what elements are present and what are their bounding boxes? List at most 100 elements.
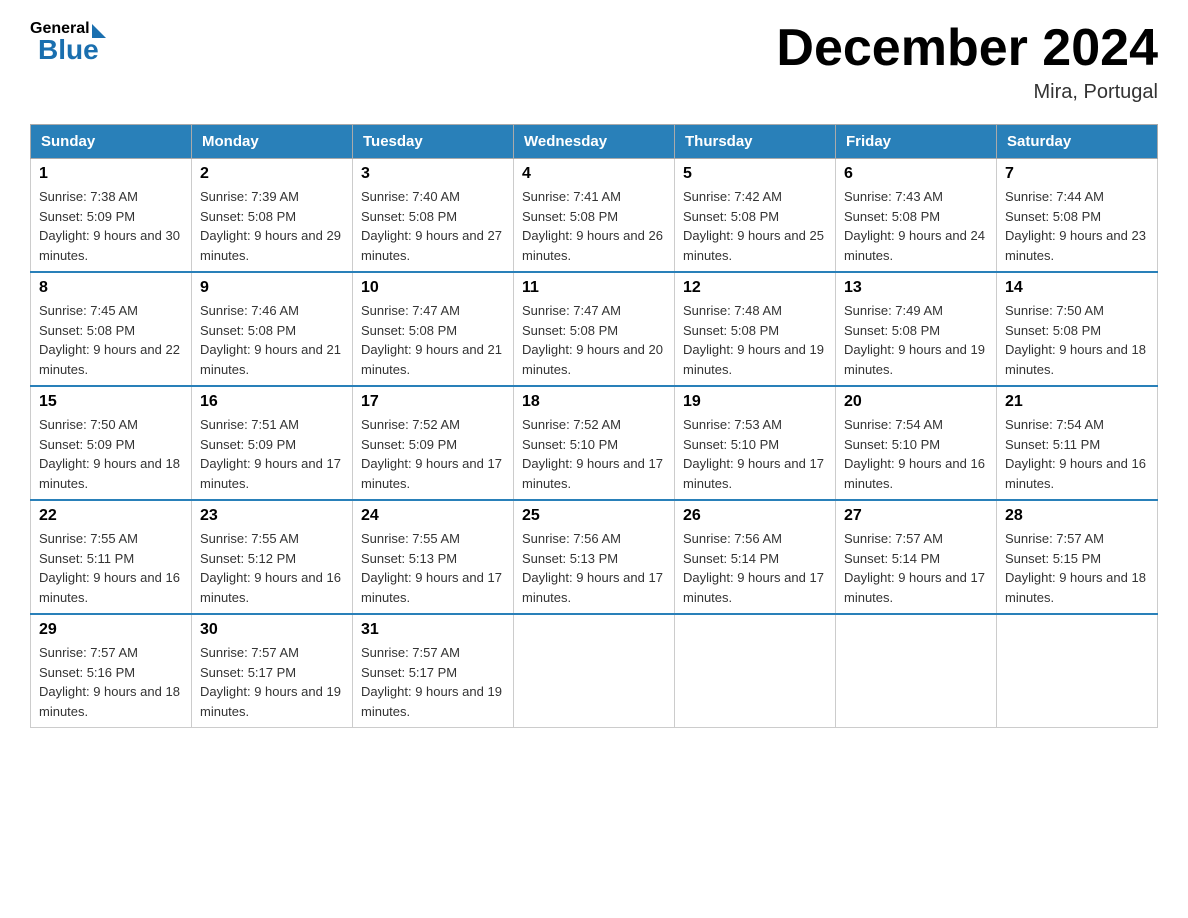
table-row: 13 Sunrise: 7:49 AMSunset: 5:08 PMDayligh… (836, 272, 997, 386)
day-number: 4 (522, 165, 666, 183)
day-number: 11 (522, 279, 666, 297)
day-info: Sunrise: 7:42 AMSunset: 5:08 PMDaylight:… (683, 187, 827, 265)
day-number: 2 (200, 165, 344, 183)
day-number: 20 (844, 393, 988, 411)
col-wednesday: Wednesday (514, 125, 675, 159)
day-number: 14 (1005, 279, 1149, 297)
col-saturday: Saturday (997, 125, 1158, 159)
table-row: 21Sunrise: 7:54 AMSunset: 5:11 PMDayligh… (997, 386, 1158, 500)
table-row: 9 Sunrise: 7:46 AMSunset: 5:08 PMDaylight… (192, 272, 353, 386)
table-row: 28Sunrise: 7:57 AMSunset: 5:15 PMDayligh… (997, 500, 1158, 614)
day-info: Sunrise: 7:55 AMSunset: 5:11 PMDaylight:… (39, 529, 183, 607)
day-info: Sunrise: 7:51 AMSunset: 5:09 PMDaylight:… (200, 415, 344, 493)
calendar-table: Sunday Monday Tuesday Wednesday Thursday… (30, 124, 1158, 728)
table-row: 29Sunrise: 7:57 AMSunset: 5:16 PMDayligh… (31, 614, 192, 728)
col-tuesday: Tuesday (353, 125, 514, 159)
day-number: 16 (200, 393, 344, 411)
day-info: Sunrise: 7:52 AMSunset: 5:10 PMDaylight:… (522, 415, 666, 493)
table-row: 19Sunrise: 7:53 AMSunset: 5:10 PMDayligh… (675, 386, 836, 500)
day-info: Sunrise: 7:57 AMSunset: 5:14 PMDaylight:… (844, 529, 988, 607)
col-thursday: Thursday (675, 125, 836, 159)
table-row: 14Sunrise: 7:50 AMSunset: 5:08 PMDayligh… (997, 272, 1158, 386)
day-info: Sunrise: 7:52 AMSunset: 5:09 PMDaylight:… (361, 415, 505, 493)
page-header: General Blue December 2024 Mira, Portuga… (30, 20, 1158, 104)
day-number: 30 (200, 621, 344, 639)
day-number: 3 (361, 165, 505, 183)
day-number: 5 (683, 165, 827, 183)
day-number: 7 (1005, 165, 1149, 183)
table-row: 6 Sunrise: 7:43 AMSunset: 5:08 PMDaylight… (836, 159, 997, 273)
col-sunday: Sunday (31, 125, 192, 159)
logo-blue-text: Blue (38, 34, 99, 66)
table-row: 20 Sunrise: 7:54 AMSunset: 5:10 PMDayligh… (836, 386, 997, 500)
table-row: 17 Sunrise: 7:52 AMSunset: 5:09 PMDayligh… (353, 386, 514, 500)
table-row (997, 614, 1158, 728)
logo: General Blue (30, 20, 106, 66)
table-row: 30 Sunrise: 7:57 AMSunset: 5:17 PMDayligh… (192, 614, 353, 728)
day-number: 10 (361, 279, 505, 297)
day-info: Sunrise: 7:49 AMSunset: 5:08 PMDaylight:… (844, 301, 988, 379)
table-row: 1 Sunrise: 7:38 AMSunset: 5:09 PMDaylight… (31, 159, 192, 273)
calendar-header-row: Sunday Monday Tuesday Wednesday Thursday… (31, 125, 1158, 159)
table-row: 2 Sunrise: 7:39 AMSunset: 5:08 PMDaylight… (192, 159, 353, 273)
day-info: Sunrise: 7:48 AMSunset: 5:08 PMDaylight:… (683, 301, 827, 379)
table-row: 27 Sunrise: 7:57 AMSunset: 5:14 PMDayligh… (836, 500, 997, 614)
day-info: Sunrise: 7:40 AMSunset: 5:08 PMDaylight:… (361, 187, 505, 265)
day-info: Sunrise: 7:46 AMSunset: 5:08 PMDaylight:… (200, 301, 344, 379)
day-number: 6 (844, 165, 988, 183)
day-number: 17 (361, 393, 505, 411)
table-row: 25Sunrise: 7:56 AMSunset: 5:13 PMDayligh… (514, 500, 675, 614)
day-number: 27 (844, 507, 988, 525)
table-row: 5 Sunrise: 7:42 AMSunset: 5:08 PMDaylight… (675, 159, 836, 273)
calendar-week-row: 1 Sunrise: 7:38 AMSunset: 5:09 PMDaylight… (31, 159, 1158, 273)
table-row: 31 Sunrise: 7:57 AMSunset: 5:17 PMDayligh… (353, 614, 514, 728)
day-info: Sunrise: 7:47 AMSunset: 5:08 PMDaylight:… (522, 301, 666, 379)
table-row: 11 Sunrise: 7:47 AMSunset: 5:08 PMDayligh… (514, 272, 675, 386)
title-area: December 2024 Mira, Portugal (776, 20, 1158, 104)
location-label: Mira, Portugal (776, 81, 1158, 104)
day-info: Sunrise: 7:39 AMSunset: 5:08 PMDaylight:… (200, 187, 344, 265)
table-row: 26Sunrise: 7:56 AMSunset: 5:14 PMDayligh… (675, 500, 836, 614)
day-info: Sunrise: 7:41 AMSunset: 5:08 PMDaylight:… (522, 187, 666, 265)
day-info: Sunrise: 7:54 AMSunset: 5:11 PMDaylight:… (1005, 415, 1149, 493)
day-info: Sunrise: 7:57 AMSunset: 5:17 PMDaylight:… (361, 643, 505, 721)
table-row: 8Sunrise: 7:45 AMSunset: 5:08 PMDaylight… (31, 272, 192, 386)
table-row (514, 614, 675, 728)
day-info: Sunrise: 7:50 AMSunset: 5:09 PMDaylight:… (39, 415, 183, 493)
day-info: Sunrise: 7:55 AMSunset: 5:13 PMDaylight:… (361, 529, 505, 607)
col-monday: Monday (192, 125, 353, 159)
day-info: Sunrise: 7:55 AMSunset: 5:12 PMDaylight:… (200, 529, 344, 607)
calendar-week-row: 15 Sunrise: 7:50 AMSunset: 5:09 PMDayligh… (31, 386, 1158, 500)
day-info: Sunrise: 7:54 AMSunset: 5:10 PMDaylight:… (844, 415, 988, 493)
day-info: Sunrise: 7:43 AMSunset: 5:08 PMDaylight:… (844, 187, 988, 265)
day-number: 23 (200, 507, 344, 525)
day-number: 15 (39, 393, 183, 411)
day-number: 1 (39, 165, 183, 183)
day-number: 13 (844, 279, 988, 297)
calendar-week-row: 29Sunrise: 7:57 AMSunset: 5:16 PMDayligh… (31, 614, 1158, 728)
table-row: 12Sunrise: 7:48 AMSunset: 5:08 PMDayligh… (675, 272, 836, 386)
day-number: 22 (39, 507, 183, 525)
day-info: Sunrise: 7:44 AMSunset: 5:08 PMDaylight:… (1005, 187, 1149, 265)
table-row (675, 614, 836, 728)
day-info: Sunrise: 7:57 AMSunset: 5:17 PMDaylight:… (200, 643, 344, 721)
day-number: 9 (200, 279, 344, 297)
day-info: Sunrise: 7:38 AMSunset: 5:09 PMDaylight:… (39, 187, 183, 265)
month-title: December 2024 (776, 20, 1158, 77)
table-row: 15 Sunrise: 7:50 AMSunset: 5:09 PMDayligh… (31, 386, 192, 500)
table-row: 10 Sunrise: 7:47 AMSunset: 5:08 PMDayligh… (353, 272, 514, 386)
day-number: 31 (361, 621, 505, 639)
day-info: Sunrise: 7:53 AMSunset: 5:10 PMDaylight:… (683, 415, 827, 493)
day-number: 29 (39, 621, 183, 639)
day-number: 26 (683, 507, 827, 525)
calendar-week-row: 22 Sunrise: 7:55 AMSunset: 5:11 PMDayligh… (31, 500, 1158, 614)
day-info: Sunrise: 7:47 AMSunset: 5:08 PMDaylight:… (361, 301, 505, 379)
table-row: 7 Sunrise: 7:44 AMSunset: 5:08 PMDaylight… (997, 159, 1158, 273)
day-number: 24 (361, 507, 505, 525)
day-number: 18 (522, 393, 666, 411)
calendar-week-row: 8Sunrise: 7:45 AMSunset: 5:08 PMDaylight… (31, 272, 1158, 386)
day-number: 8 (39, 279, 183, 297)
table-row: 22 Sunrise: 7:55 AMSunset: 5:11 PMDayligh… (31, 500, 192, 614)
table-row (836, 614, 997, 728)
day-info: Sunrise: 7:57 AMSunset: 5:15 PMDaylight:… (1005, 529, 1149, 607)
